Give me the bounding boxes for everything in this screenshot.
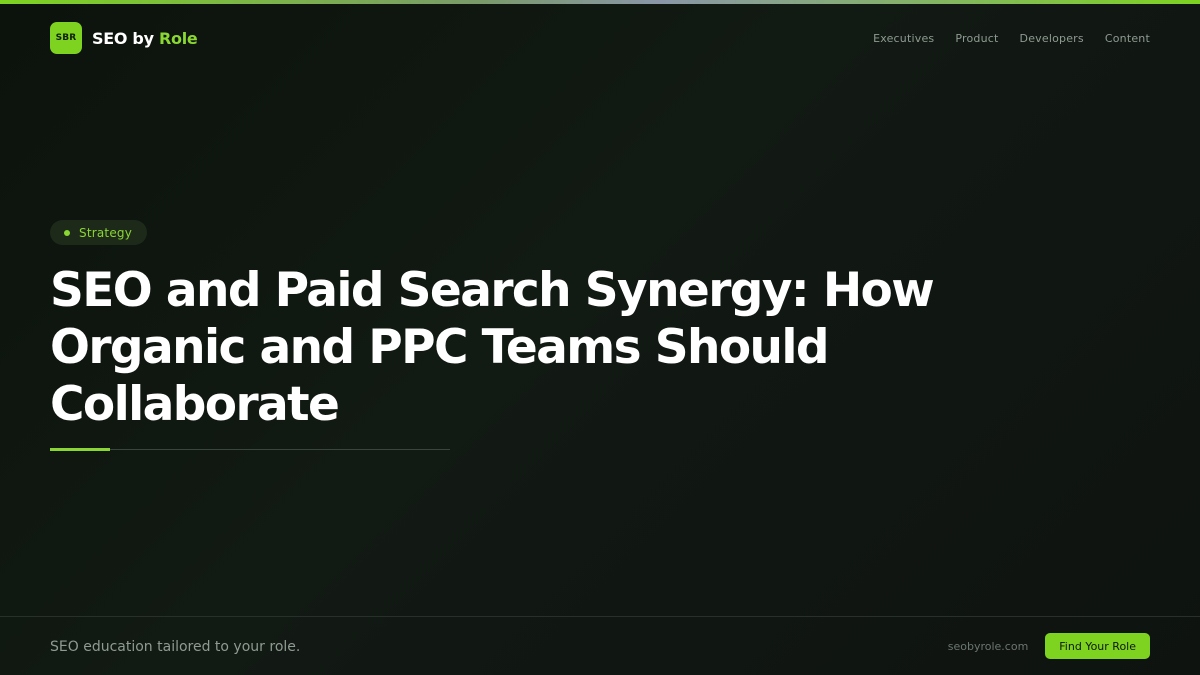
nav-item-executives[interactable]: Executives [873, 32, 934, 45]
find-your-role-button[interactable]: Find Your Role [1045, 633, 1150, 659]
nav-item-developers[interactable]: Developers [1020, 32, 1084, 45]
brand-name-accent: Role [159, 28, 198, 48]
top-accent-bar [0, 0, 1200, 4]
logo-badge: SBR [50, 22, 82, 54]
brand-name-prefix: SEO by [92, 28, 154, 48]
title-divider [50, 449, 450, 450]
main-nav: Executives Product Developers Content [873, 32, 1150, 45]
site-domain: seobyrole.com [947, 639, 1029, 653]
title-divider-accent [50, 448, 110, 451]
nav-item-product[interactable]: Product [955, 32, 998, 45]
footer-actions: seobyrole.com Find Your Role [948, 633, 1150, 659]
site-footer: SEO education tailored to your role. seo… [0, 616, 1200, 675]
site-header: SBR SEO by Role Executives Product Devel… [50, 22, 1150, 54]
article-title: SEO and Paid Search Synergy: How Organic… [50, 263, 935, 432]
brand-name: SEO by Role [92, 28, 198, 48]
page: SBR SEO by Role Executives Product Devel… [0, 0, 1200, 675]
footer-tagline: SEO education tailored to your role. [50, 639, 301, 655]
brand-link[interactable]: SBR SEO by Role [50, 22, 198, 54]
category-tag[interactable]: Strategy [50, 220, 148, 245]
tag-dot-icon [64, 229, 70, 236]
category-tag-label: Strategy [79, 225, 133, 240]
nav-item-content[interactable]: Content [1105, 32, 1150, 45]
